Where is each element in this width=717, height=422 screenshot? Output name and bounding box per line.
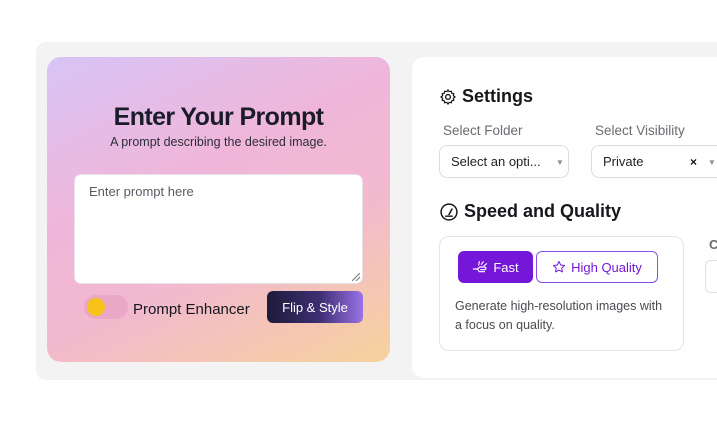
star-icon [553,260,566,273]
truncated-field[interactable] [705,260,717,293]
high-quality-button[interactable]: High Quality [536,251,658,283]
speedometer-icon [440,202,458,221]
settings-heading-text: Settings [462,86,534,106]
prompt-input[interactable] [74,174,363,284]
high-quality-button-label: High Quality [571,259,642,275]
folder-select[interactable]: Select an opti... ▼ [439,145,569,178]
folder-label: Select Folder [443,123,523,138]
fast-button-label: Fast [493,259,519,275]
prompt-title: Enter Your Prompt [113,103,324,131]
speed-quality-heading-text: Speed and Quality [464,201,622,221]
chevron-down-icon: ▼ [556,158,564,167]
flip-style-button[interactable]: Flip & Style [267,291,363,323]
toggle-knob [87,298,105,316]
prompt-subtitle: A prompt describing the desired image. [110,135,327,149]
quality-options-box: Fast High Quality Generate high-resoluti… [439,236,684,351]
quality-description: Generate high-resolution images with a f… [455,299,663,332]
visibility-label: Select Visibility [595,123,685,138]
chevron-down-icon: ▼ [708,158,716,167]
prompt-enhancer-label: Prompt Enhancer [133,301,250,318]
resize-grip-icon[interactable] [352,273,360,281]
settings-heading: Settings [439,86,533,107]
clear-icon[interactable]: × [690,155,697,169]
visibility-select-value: Private [603,154,644,169]
visibility-select[interactable]: Private × ▼ [591,145,717,178]
settings-card: Settings Select Folder Select an opti...… [412,57,717,378]
fast-button[interactable]: Fast [458,251,533,283]
speed-quality-heading: Speed and Quality [439,201,621,222]
truncated-label: C [709,237,717,252]
gear-icon [440,88,456,105]
rocket-hand-icon [473,261,488,273]
prompt-card: Enter Your Prompt A prompt describing th… [47,57,390,362]
prompt-enhancer-toggle[interactable] [84,295,128,319]
folder-select-value: Select an opti... [451,154,541,169]
